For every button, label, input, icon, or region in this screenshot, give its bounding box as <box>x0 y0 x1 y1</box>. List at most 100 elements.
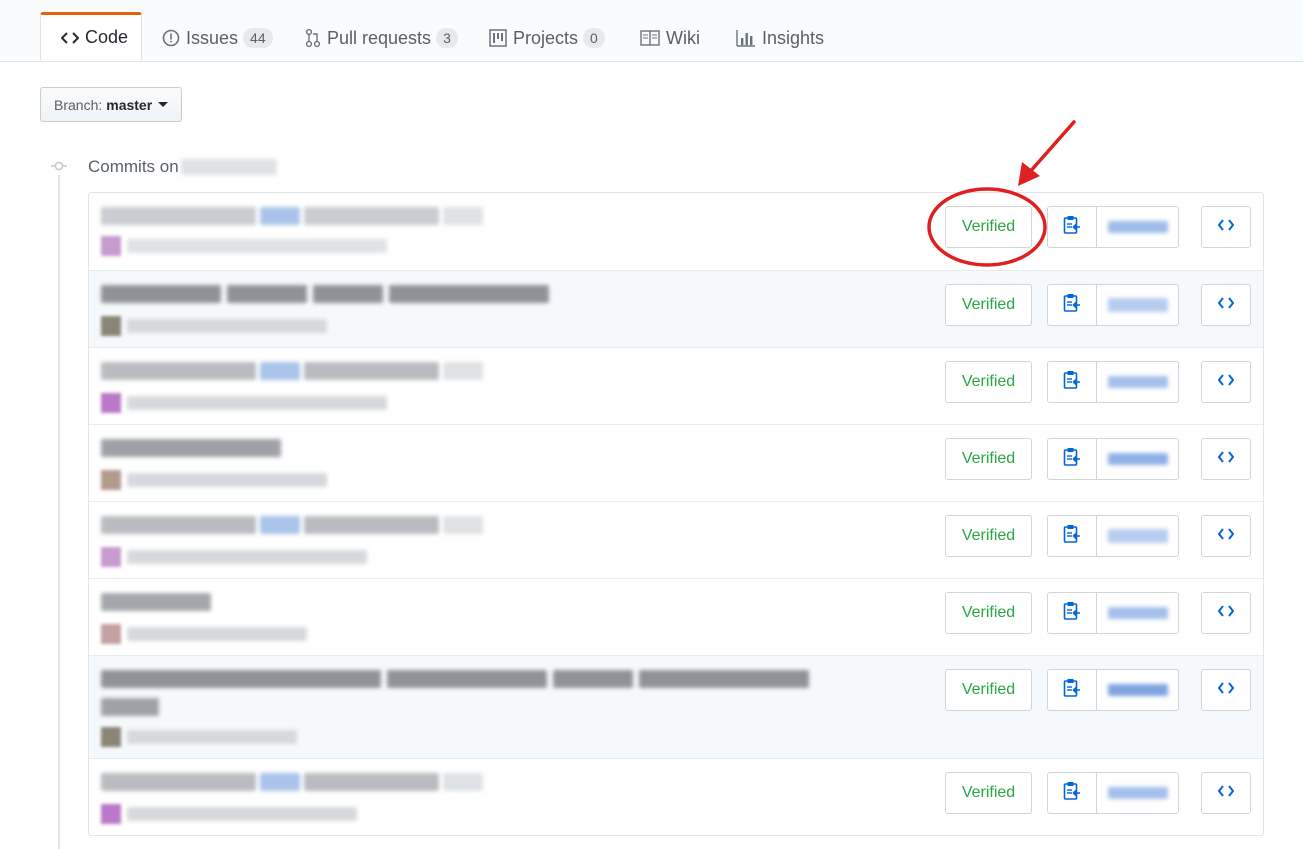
commit-message-redacted[interactable] <box>101 516 483 536</box>
verified-badge[interactable]: Verified <box>945 284 1032 326</box>
verified-label: Verified <box>961 450 1016 467</box>
copy-sha-button[interactable] <box>1047 669 1097 711</box>
graph-icon <box>736 29 756 47</box>
browse-repo-button[interactable] <box>1201 361 1251 403</box>
commit-sha-link[interactable] <box>1097 592 1179 634</box>
avatar[interactable] <box>101 470 121 490</box>
commit-row: Verified <box>89 758 1263 835</box>
commit-row: Verified <box>89 655 1263 758</box>
avatar[interactable] <box>101 316 121 336</box>
verified-badge[interactable]: Verified <box>945 515 1032 557</box>
branch-select-button[interactable]: Branch: master <box>40 87 182 122</box>
commit-row: Verified <box>89 578 1263 655</box>
browse-repo-button[interactable] <box>1201 206 1251 248</box>
commit-message-redacted[interactable] <box>101 670 809 690</box>
copy-sha-button[interactable] <box>1047 284 1097 326</box>
commit-sha-link[interactable] <box>1097 669 1179 711</box>
issue-opened-icon <box>162 29 180 47</box>
verified-badge[interactable]: Verified <box>945 438 1032 480</box>
commit-list: Verified Verified Verified Verified Veri… <box>88 192 1264 836</box>
commit-message-redacted[interactable] <box>101 439 281 459</box>
verified-label: Verified <box>961 218 1016 235</box>
avatar[interactable] <box>101 624 121 644</box>
verified-badge[interactable]: Verified <box>945 592 1032 634</box>
copy-sha-button[interactable] <box>1047 438 1097 480</box>
clippy-icon <box>1063 524 1081 549</box>
copy-sha-button[interactable] <box>1047 772 1097 814</box>
verified-badge[interactable]: Verified <box>945 361 1032 403</box>
commit-message-redacted[interactable] <box>101 593 211 613</box>
browse-repo-button[interactable] <box>1201 592 1251 634</box>
tab-wiki[interactable]: Wiki <box>620 14 720 62</box>
commit-meta-redacted <box>101 624 307 644</box>
code-icon <box>1217 681 1235 699</box>
browse-repo-button[interactable] <box>1201 438 1251 480</box>
verified-label: Verified <box>961 527 1016 544</box>
branch-name: master <box>106 96 153 113</box>
commit-sha-link[interactable] <box>1097 206 1179 248</box>
pull-requests-counter: 3 <box>436 28 458 48</box>
tab-insights-label: Insights <box>762 27 825 48</box>
verified-badge[interactable]: Verified <box>945 772 1032 814</box>
tab-pull-requests[interactable]: Pull requests 3 <box>285 14 478 62</box>
browse-repo-button[interactable] <box>1201 669 1251 711</box>
commit-message-redacted[interactable] <box>101 362 483 382</box>
commit-sha-link[interactable] <box>1097 361 1179 403</box>
commit-meta-redacted <box>101 470 327 490</box>
code-icon <box>1217 450 1235 468</box>
clippy-icon <box>1063 293 1081 318</box>
copy-sha-button[interactable] <box>1047 361 1097 403</box>
redacted-date <box>180 159 277 175</box>
copy-sha-button[interactable] <box>1047 592 1097 634</box>
avatar[interactable] <box>101 236 121 256</box>
clippy-icon <box>1063 370 1081 395</box>
book-icon <box>640 30 660 46</box>
caret-down-icon <box>158 102 169 107</box>
code-icon <box>1217 373 1235 391</box>
commit-message-redacted[interactable] <box>101 207 483 227</box>
browse-repo-button[interactable] <box>1201 284 1251 326</box>
clippy-icon <box>1063 601 1081 626</box>
commit-sha-link[interactable] <box>1097 284 1179 326</box>
verified-label: Verified <box>961 681 1016 698</box>
annotation-arrow-shaft <box>1026 120 1076 176</box>
tab-code-label: Code <box>85 27 129 47</box>
tab-issues[interactable]: Issues 44 <box>142 14 293 62</box>
commit-row: Verified <box>89 193 1263 270</box>
tab-issues-label: Issues <box>186 27 239 48</box>
tab-insights[interactable]: Insights <box>716 14 844 62</box>
verified-label: Verified <box>961 296 1016 313</box>
clippy-icon <box>1063 678 1081 703</box>
verified-label: Verified <box>961 604 1016 621</box>
tab-projects[interactable]: Projects 0 <box>469 14 625 62</box>
verified-badge[interactable]: Verified <box>945 206 1032 248</box>
tab-code[interactable]: Code <box>40 12 142 61</box>
commit-row: Verified <box>89 424 1263 501</box>
verified-label: Verified <box>961 373 1016 390</box>
commit-sha-link[interactable] <box>1097 772 1179 814</box>
commits-heading-label: Commits on <box>88 157 179 176</box>
browse-repo-button[interactable] <box>1201 515 1251 557</box>
copy-sha-button[interactable] <box>1047 206 1097 248</box>
avatar[interactable] <box>101 727 121 747</box>
tab-wiki-label: Wiki <box>666 27 700 48</box>
commit-row: Verified <box>89 347 1263 424</box>
commit-meta-redacted <box>101 316 327 336</box>
commit-sha-link[interactable] <box>1097 515 1179 557</box>
code-icon <box>1217 784 1235 802</box>
commit-message-redacted[interactable] <box>101 773 483 793</box>
avatar[interactable] <box>101 804 121 824</box>
clippy-icon <box>1063 215 1081 240</box>
verified-badge[interactable]: Verified <box>945 669 1032 711</box>
projects-counter: 0 <box>583 28 605 48</box>
browse-repo-button[interactable] <box>1201 772 1251 814</box>
commit-sha-link[interactable] <box>1097 438 1179 480</box>
avatar[interactable] <box>101 393 121 413</box>
avatar[interactable] <box>101 547 121 567</box>
git-pull-request-icon <box>305 28 321 48</box>
commit-message-redacted[interactable] <box>101 285 549 305</box>
clippy-icon <box>1063 447 1081 472</box>
verified-label: Verified <box>961 784 1016 801</box>
copy-sha-button[interactable] <box>1047 515 1097 557</box>
git-commit-icon <box>51 158 67 174</box>
